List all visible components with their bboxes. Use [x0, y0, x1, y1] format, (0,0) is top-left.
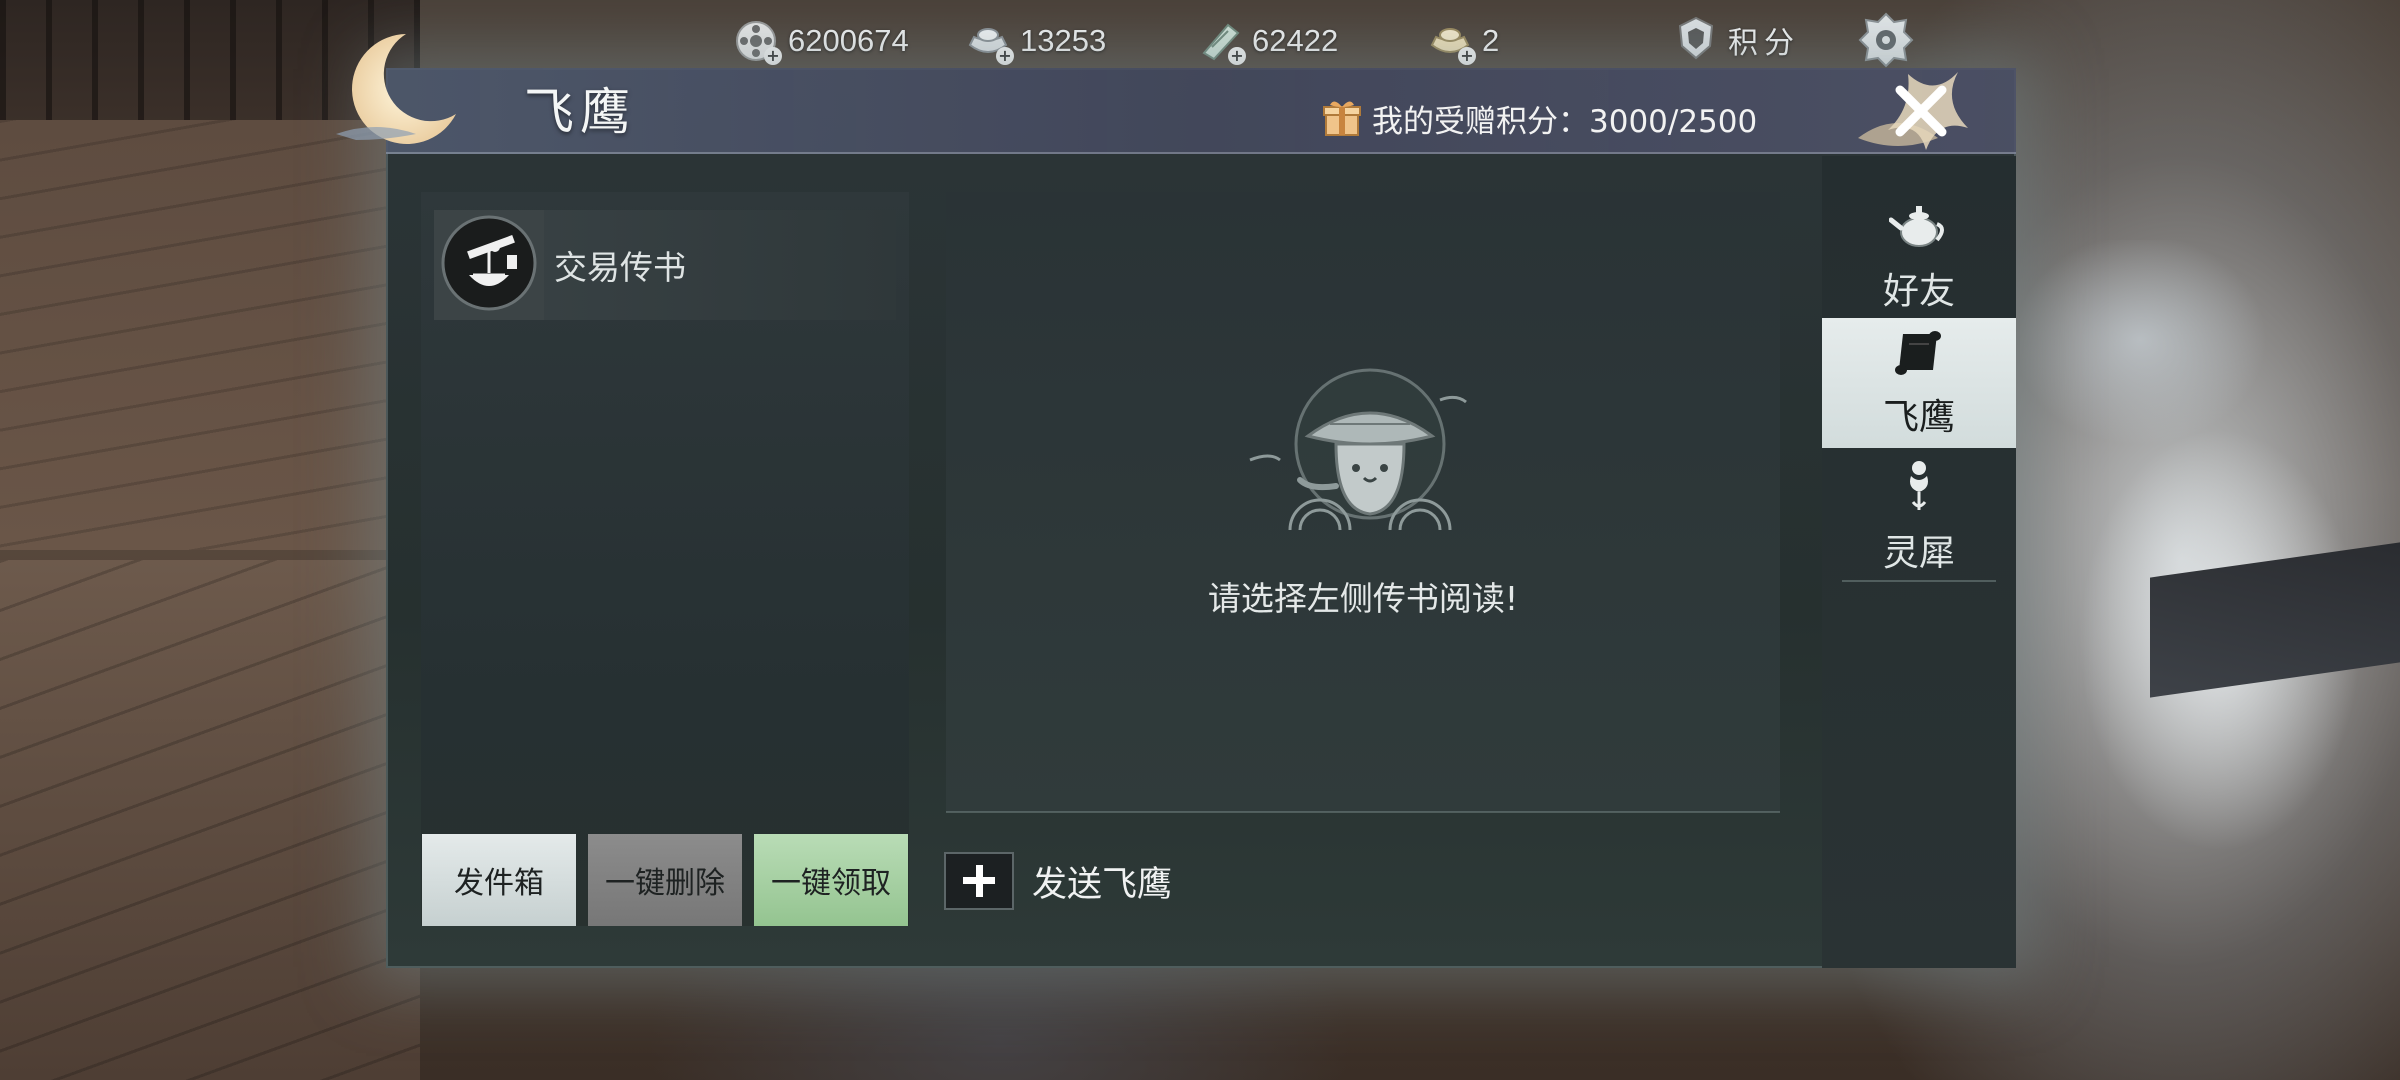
empty-reader-hint: 请选择左侧传书阅读! [1207, 579, 1519, 618]
mail-list-item[interactable]: 交易传书 [434, 210, 896, 320]
close-button[interactable] [1838, 68, 1988, 154]
outbox-button[interactable]: 发件箱 [422, 834, 576, 926]
add-badge-icon: + [1458, 47, 1476, 65]
scroll-icon [1893, 326, 1945, 382]
tab-friends[interactable]: 好友 [1822, 192, 2016, 322]
charm-icon [1899, 458, 1939, 518]
gift-points-display: 我的受赠积分：3000/2500 [1322, 96, 1757, 141]
resource-value: 2 [1482, 23, 1500, 58]
gift-points-label: 我的受赠积分：3000/2500 [1372, 104, 1758, 140]
tab-eagle[interactable]: 飞鹰 [1822, 318, 2016, 448]
background-deck-upper [0, 120, 400, 550]
resource-film-reel[interactable]: + 6200674 [734, 18, 909, 65]
tab-rhino[interactable]: 灵犀 [1822, 452, 2016, 582]
jade-ticket-icon: + [1198, 19, 1246, 65]
crescent-moon-icon [336, 24, 476, 154]
resource-value: 62422 [1252, 23, 1339, 58]
add-badge-icon: + [764, 47, 782, 65]
send-eagle-label: 发送飞鹰 [1032, 864, 1173, 905]
points-button[interactable]: 积分 [1676, 16, 1800, 64]
teapot-icon [1888, 200, 1949, 256]
claim-all-button[interactable]: 一键领取 [754, 834, 908, 926]
resource-jade-ticket[interactable]: + 62422 [1198, 18, 1339, 65]
trade-scale-icon [439, 213, 539, 317]
add-badge-icon: + [1228, 47, 1246, 65]
empty-mascot-icon [1240, 360, 1500, 540]
mail-item-label: 交易传书 [554, 248, 686, 287]
gold-ingot-icon: + [1428, 19, 1476, 65]
gift-box-icon [1322, 97, 1362, 141]
reader-divider [946, 811, 1780, 813]
resource-value: 6200674 [788, 23, 909, 58]
tab-divider [1842, 580, 1996, 582]
resource-gold-ingot[interactable]: + 2 [1428, 18, 1500, 65]
add-badge-icon: + [996, 47, 1014, 65]
tab-eagle-label: 飞鹰 [1882, 397, 1955, 438]
plus-icon [944, 852, 1014, 910]
mail-avatar [434, 210, 544, 320]
window-title: 飞鹰 [524, 83, 636, 141]
tab-rhino-label: 灵犀 [1882, 533, 1955, 574]
background-deck-lower [0, 560, 420, 1080]
send-eagle-button[interactable]: 发送飞鹰 [944, 852, 1172, 910]
points-label: 积分 [1728, 26, 1800, 61]
silver-ingot-icon: + [966, 19, 1014, 65]
tab-friends-label: 好友 [1882, 271, 1955, 312]
film-reel-coin-icon: + [734, 19, 782, 65]
delete-all-button[interactable]: 一键删除 [588, 834, 742, 926]
resource-silver-ingot[interactable]: + 13253 [966, 18, 1107, 65]
settings-button[interactable] [1856, 10, 1916, 70]
shield-badge-icon [1676, 16, 1716, 64]
resource-value: 13253 [1020, 23, 1107, 58]
